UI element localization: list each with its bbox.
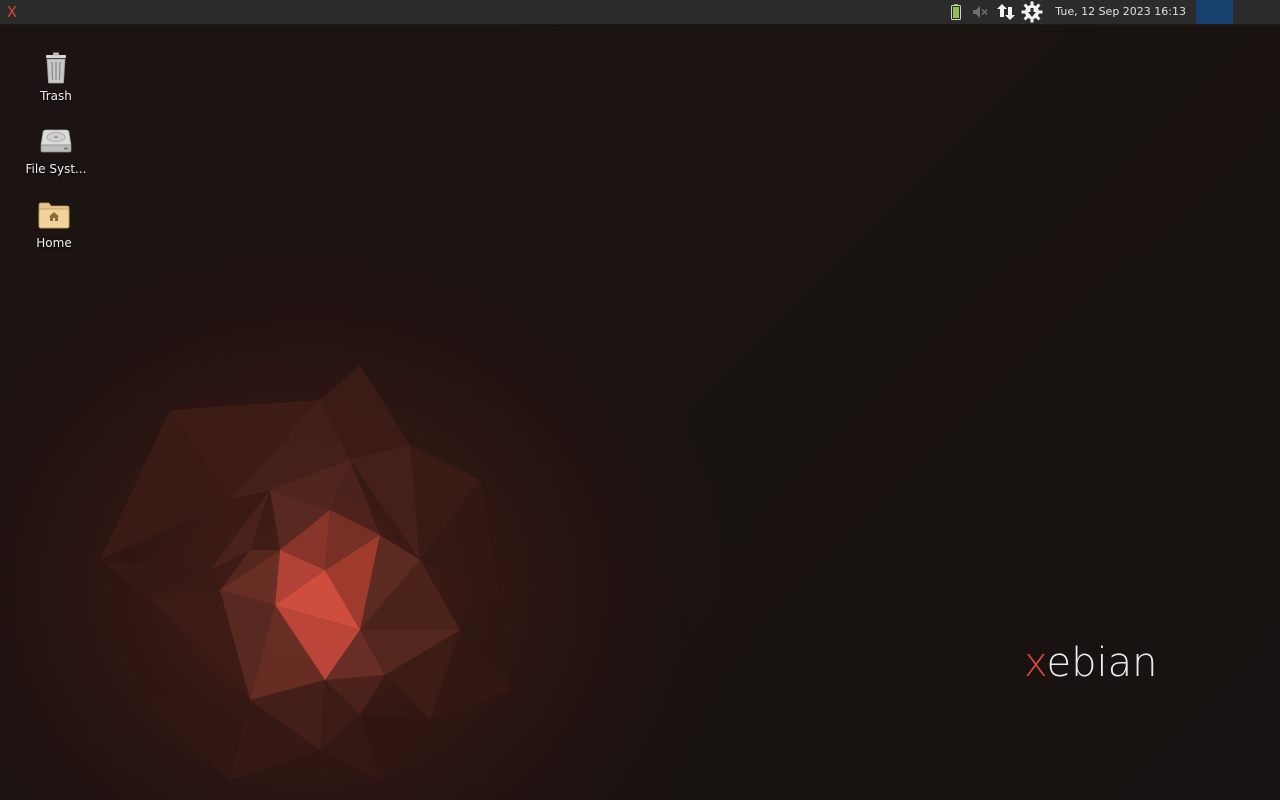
updates-gear-icon[interactable] (1019, 0, 1045, 24)
desktop-icon-file-system[interactable]: File Syst... (14, 123, 98, 176)
desktop-icon-label: Trash (40, 89, 72, 103)
xfce-app-menu-icon: X (6, 3, 18, 21)
volume-muted-icon[interactable] (967, 0, 993, 24)
logo-x: x (1024, 640, 1047, 686)
network-transfer-icon[interactable] (993, 0, 1019, 24)
logo-rest: ebian (1046, 640, 1158, 686)
desktop-icon-home[interactable]: Home (12, 197, 96, 250)
trash-icon (38, 50, 74, 86)
top-panel: X Tue, 12 Sep 2023 16:13 (0, 0, 1280, 25)
xebian-logo: xebian (1024, 640, 1157, 686)
system-tray: Tue, 12 Sep 2023 16:13 (945, 0, 1280, 24)
desktop-icon-label: Home (36, 236, 72, 250)
desktop[interactable]: X Tue, 12 Sep 2023 16:13 Trash File Syst… (0, 0, 1280, 800)
home-folder-icon (36, 197, 72, 233)
workspace-switcher (1196, 0, 1280, 24)
drive-harddisk-icon (38, 123, 74, 159)
battery-full-icon[interactable] (945, 0, 967, 24)
desktop-icon-label: File Syst... (25, 162, 87, 176)
panel-clock[interactable]: Tue, 12 Sep 2023 16:13 (1045, 0, 1196, 24)
desktop-icon-trash[interactable]: Trash (14, 50, 98, 103)
workspace-1[interactable] (1196, 0, 1233, 24)
app-menu-button[interactable]: X (0, 0, 24, 24)
